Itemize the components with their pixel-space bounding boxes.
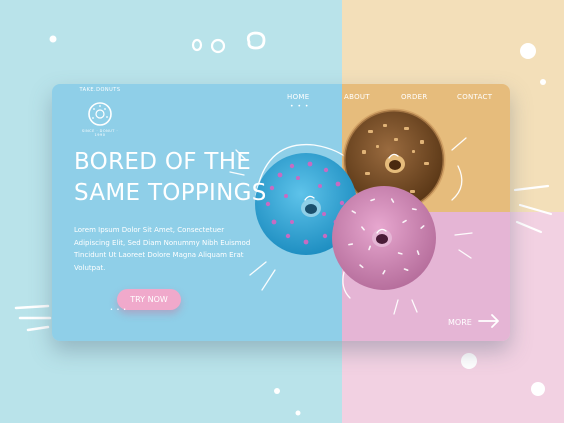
nav-order[interactable]: ORDER bbox=[401, 93, 428, 101]
logo-text: TAKE.DONUTS bbox=[79, 87, 121, 93]
button-dots: • • • bbox=[110, 307, 128, 313]
hero-headline-line1: BORED OF THE bbox=[74, 149, 252, 175]
hero-body-text: Lorem Ipsum Dolor Sit Amet, Consectetuer… bbox=[74, 226, 251, 272]
nav-home[interactable]: HOME bbox=[287, 93, 309, 101]
logo-subtitle: SINCE · DONUT · 1990 bbox=[81, 129, 119, 137]
more-link[interactable]: MORE bbox=[448, 318, 472, 327]
donuts-illustration bbox=[229, 108, 473, 315]
nav-contact[interactable]: CONTACT bbox=[457, 93, 492, 101]
arrow-right-icon[interactable] bbox=[478, 314, 500, 328]
hero-headline-line2: SAME TOPPINGS bbox=[74, 180, 267, 206]
nav-about[interactable]: ABOUT bbox=[344, 93, 370, 101]
hero-headline: BORED OF THE SAME TOPPINGS bbox=[74, 147, 304, 209]
nav-active-indicator: • • • bbox=[290, 103, 310, 110]
